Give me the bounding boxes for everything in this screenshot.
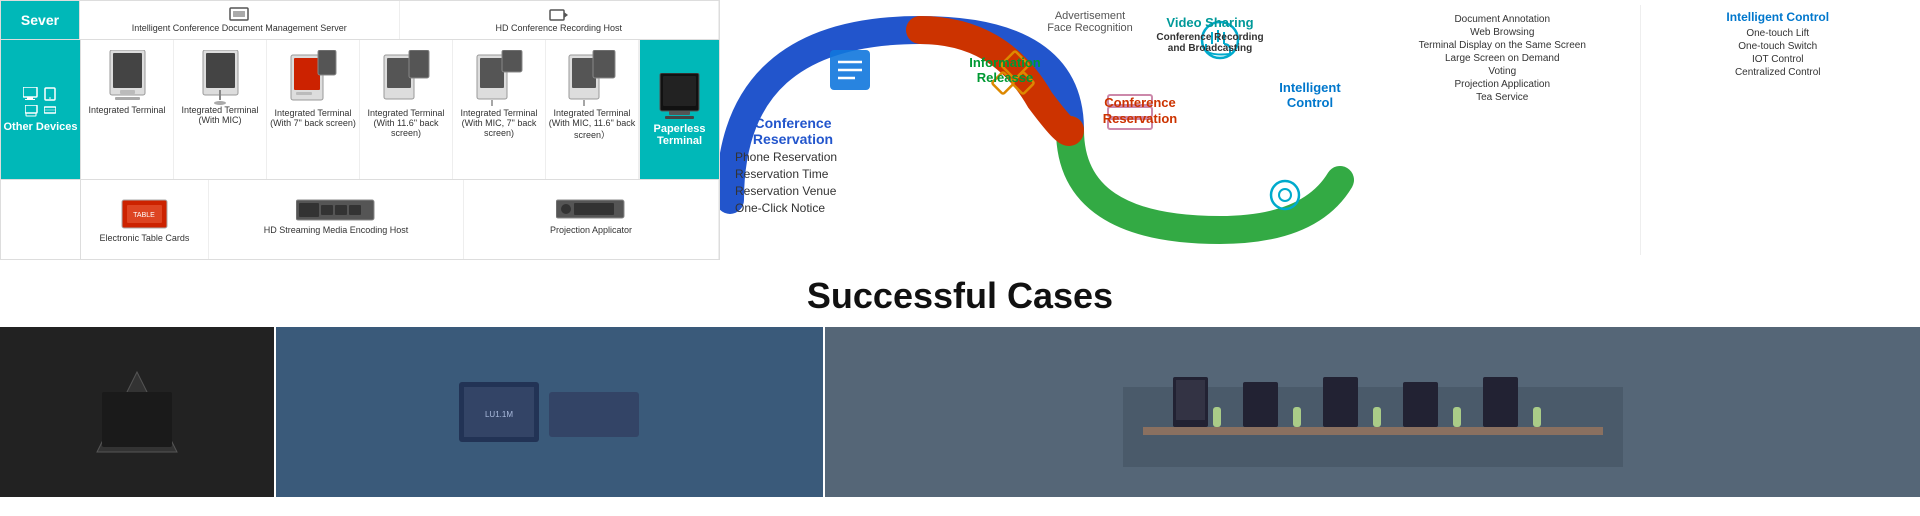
video-sharing-label: Video Sharing bbox=[1150, 15, 1270, 30]
device-label: Projection Applicator bbox=[550, 225, 632, 235]
device-label: Integrated Terminal (With 7" back screen… bbox=[267, 108, 359, 128]
device-label: Electronic Table Cards bbox=[100, 233, 190, 243]
svg-text:LU1.1M: LU1.1M bbox=[485, 410, 513, 419]
device-label: Integrated Terminal (With MIC) bbox=[174, 105, 266, 125]
device-integrated-terminal-mic7: Integrated Terminal (With MIC, 7" back s… bbox=[453, 40, 546, 179]
ic-item-1: One-touch Switch bbox=[1738, 41, 1817, 52]
server-label: Sever bbox=[0, 0, 80, 40]
intelligent-control-label: Intelligent Control bbox=[1265, 80, 1355, 110]
device-electronic-cards: TABLE Electronic Table Cards bbox=[81, 180, 209, 259]
ic-item-2: IOT Control bbox=[1752, 54, 1804, 65]
device-hd-streaming: HD Streaming Media Encoding Host bbox=[209, 180, 464, 259]
bottom-image-1 bbox=[0, 327, 276, 497]
bottom-image-3 bbox=[825, 327, 1920, 497]
successful-cases-section: Successful Cases bbox=[0, 260, 1920, 327]
device-label: Integrated Terminal (With MIC, 11.6" bac… bbox=[546, 108, 638, 141]
advertisement-label: Advertisement bbox=[1040, 10, 1140, 22]
conf-res-item-0: Document Annotation bbox=[1454, 14, 1550, 25]
device-projection: Projection Applicator bbox=[464, 180, 719, 259]
conf-res-item-5: Projection Application bbox=[1454, 79, 1550, 90]
bottom-image-2: LU1.1M bbox=[276, 327, 825, 497]
device-integrated-terminal-11back: Integrated Terminal (With 11.6" back scr… bbox=[360, 40, 453, 179]
ic-item-3: Centralized Control bbox=[1735, 67, 1821, 78]
conf-res-item-3: Large Screen on Demand bbox=[1445, 53, 1560, 64]
device-integrated-terminal-mic11: Integrated Terminal (With MIC, 11.6" bac… bbox=[546, 40, 639, 179]
right-col-conference-res: Document Annotation Web Browsing Termina… bbox=[1365, 5, 1641, 255]
device-integrated-terminal: Integrated Terminal bbox=[81, 40, 174, 179]
info-release-label: Information Releasse bbox=[945, 55, 1065, 85]
diagram-panel: Conference Reservation Phone Reservation… bbox=[720, 0, 1360, 260]
conf-res-item-4: Voting bbox=[1488, 66, 1516, 77]
face-recognition-label: Face Recognition bbox=[1040, 22, 1140, 34]
bottom-images-section: LU1.1M bbox=[0, 327, 1920, 497]
device-label: Integrated Terminal bbox=[89, 105, 166, 115]
conf-reservation-label: Conference Reservation bbox=[728, 115, 858, 147]
device-integrated-terminal-7back: Integrated Terminal (With 7" back screen… bbox=[267, 40, 360, 179]
intelligent-control-title: Intelligent Control bbox=[1726, 10, 1829, 24]
right-features-panel: Document Annotation Web Browsing Termina… bbox=[1360, 0, 1920, 260]
device-label: Integrated Terminal (With 11.6" back scr… bbox=[360, 108, 452, 138]
other-devices-label: Other Devices bbox=[4, 121, 78, 133]
one-click-notice: One-Click Notice bbox=[735, 201, 875, 215]
svg-text:TABLE: TABLE bbox=[133, 212, 155, 219]
paperless-terminal-label: Paperless Terminal bbox=[640, 123, 719, 147]
paperless-terminal-device: Paperless Terminal bbox=[639, 40, 719, 179]
other-devices-column: Other Devices bbox=[1, 40, 81, 179]
device-integrated-terminal-mic: Integrated Terminal (With MIC) bbox=[174, 40, 267, 179]
device-label: Integrated Terminal (With MIC, 7" back s… bbox=[453, 108, 545, 138]
conf-res-item-6: Tea Service bbox=[1476, 92, 1528, 103]
right-col-intelligent-control: Intelligent Control One-touch Lift One-t… bbox=[1641, 5, 1916, 255]
conf-reservation-right-label: Conference Reservation bbox=[1090, 95, 1190, 126]
device-label: HD Streaming Media Encoding Host bbox=[264, 225, 409, 235]
server-item-conference: Intelligent Conference Document Manageme… bbox=[80, 1, 400, 39]
ic-item-0: One-touch Lift bbox=[1746, 28, 1809, 39]
reservation-time: Reservation Time bbox=[735, 167, 875, 181]
phone-reservation: Phone Reservation bbox=[735, 150, 875, 164]
server-item-recording: HD Conference Recording Host bbox=[400, 1, 720, 39]
conf-res-item-1: Web Browsing bbox=[1470, 27, 1534, 38]
conf-res-item-2: Terminal Display on the Same Screen bbox=[1419, 40, 1586, 51]
reservation-venue: Reservation Venue bbox=[735, 184, 875, 198]
successful-cases-title: Successful Cases bbox=[0, 275, 1920, 317]
